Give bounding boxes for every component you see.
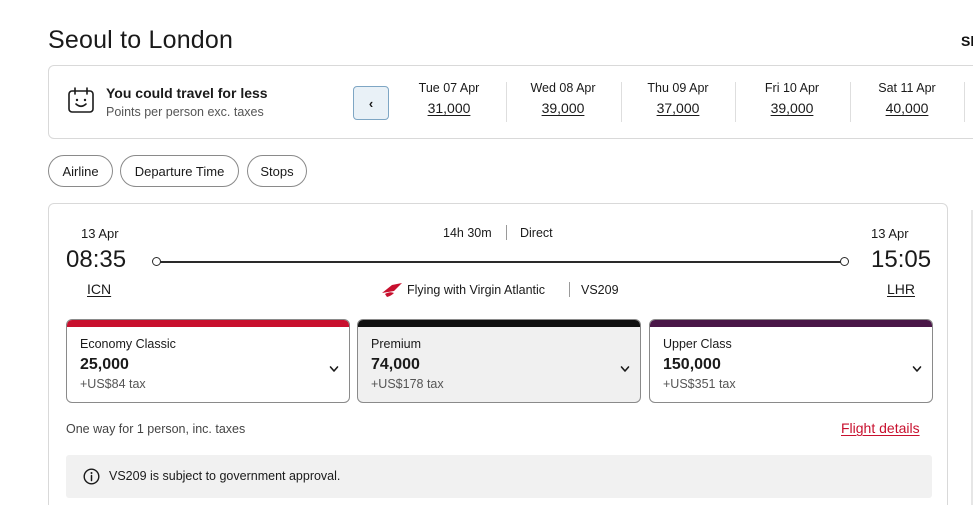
filter-stops-button[interactable]: Stops	[247, 155, 307, 187]
date-option-tue-07-apr[interactable]: Tue 07 Apr 31,000	[392, 81, 506, 118]
cabin-tax: +US$351 tax	[663, 377, 736, 391]
cabin-tax: +US$178 tax	[371, 377, 444, 391]
date-label: Wed 08 Apr	[530, 81, 596, 95]
arrival-airport-link[interactable]: LHR	[887, 281, 915, 297]
promo-title: You could travel for less	[106, 85, 268, 101]
flight-result-card: 13 Apr 08:35 ICN 14h 30m Direct 13 Apr 1…	[48, 203, 948, 505]
flight-details-link[interactable]: Flight details	[841, 420, 920, 436]
chevron-down-icon	[329, 366, 339, 372]
flight-number: VS209	[581, 283, 619, 297]
cabin-price: 74,000	[371, 356, 420, 373]
cabin-economy-classic-option[interactable]: Economy Classic 25,000 +US$84 tax	[66, 319, 350, 403]
operator-text: Flying with Virgin Atlantic	[407, 283, 546, 297]
date-option-sat-11-apr[interactable]: Sat 11 Apr 40,000	[850, 81, 964, 118]
cabin-upper-class-option[interactable]: Upper Class 150,000 +US$351 tax	[649, 319, 933, 403]
duration-divider	[506, 225, 507, 240]
date-option-fri-10-apr[interactable]: Fri 10 Apr 39,000	[735, 81, 849, 118]
filter-departure-time-button[interactable]: Departure Time	[120, 155, 239, 187]
approval-notice: VS209 is subject to government approval.	[66, 455, 932, 498]
cabin-price: 25,000	[80, 356, 129, 373]
cabin-color-bar	[67, 320, 349, 327]
top-right-truncated-label[interactable]: Sh	[961, 33, 973, 49]
cabin-tax: +US$84 tax	[80, 377, 146, 391]
previous-dates-button[interactable]: ‹	[353, 86, 389, 120]
fare-note: One way for 1 person, inc. taxes	[66, 422, 246, 436]
date-price-link[interactable]: 39,000	[542, 100, 585, 116]
operator-divider	[569, 282, 570, 297]
flight-stops: Direct	[520, 226, 553, 240]
info-icon	[83, 468, 100, 485]
cabin-color-bar	[650, 320, 932, 327]
date-price-link[interactable]: 39,000	[771, 100, 814, 116]
date-divider	[964, 82, 965, 122]
departure-airport-link[interactable]: ICN	[87, 281, 111, 297]
flight-duration: 14h 30m	[443, 226, 492, 240]
route-destination-dot	[840, 257, 849, 266]
chevron-left-icon: ‹	[368, 95, 374, 111]
route-origin-dot	[152, 257, 161, 266]
cabin-name: Upper Class	[663, 337, 732, 351]
filter-airline-button[interactable]: Airline	[48, 155, 113, 187]
cabin-color-bar	[358, 320, 640, 327]
chevron-down-icon	[620, 366, 630, 372]
date-label: Tue 07 Apr	[418, 81, 480, 95]
date-label: Fri 10 Apr	[764, 81, 820, 95]
date-price-link[interactable]: 37,000	[657, 100, 700, 116]
cabin-name: Economy Classic	[80, 337, 176, 351]
cabin-name: Premium	[371, 337, 422, 351]
departure-date: 13 Apr	[81, 226, 119, 241]
calendar-smile-icon	[68, 87, 94, 113]
cabin-premium-option[interactable]: Premium 74,000 +US$178 tax	[357, 319, 641, 403]
page-title: Seoul to London	[48, 26, 234, 54]
departure-time: 08:35	[66, 246, 127, 273]
date-label: Thu 09 Apr	[647, 81, 709, 95]
date-price-link[interactable]: 31,000	[428, 100, 471, 116]
date-label: Sat 11 Apr	[878, 81, 936, 95]
date-price-link[interactable]: 40,000	[886, 100, 929, 116]
arrival-time: 15:05	[871, 246, 932, 273]
date-option-thu-09-apr[interactable]: Thu 09 Apr 37,000	[621, 81, 735, 118]
virgin-atlantic-logo-icon	[382, 283, 402, 297]
route-line	[156, 261, 844, 263]
arrival-date: 13 Apr	[871, 226, 909, 241]
chevron-down-icon	[912, 366, 922, 372]
promo-subtitle: Points per person exc. taxes	[106, 105, 264, 119]
date-option-wed-08-apr[interactable]: Wed 08 Apr 39,000	[506, 81, 620, 118]
fare-calendar-strip: You could travel for less Points per per…	[48, 65, 973, 139]
cabin-price: 150,000	[663, 356, 721, 373]
notice-text: VS209 is subject to government approval.	[109, 469, 341, 483]
